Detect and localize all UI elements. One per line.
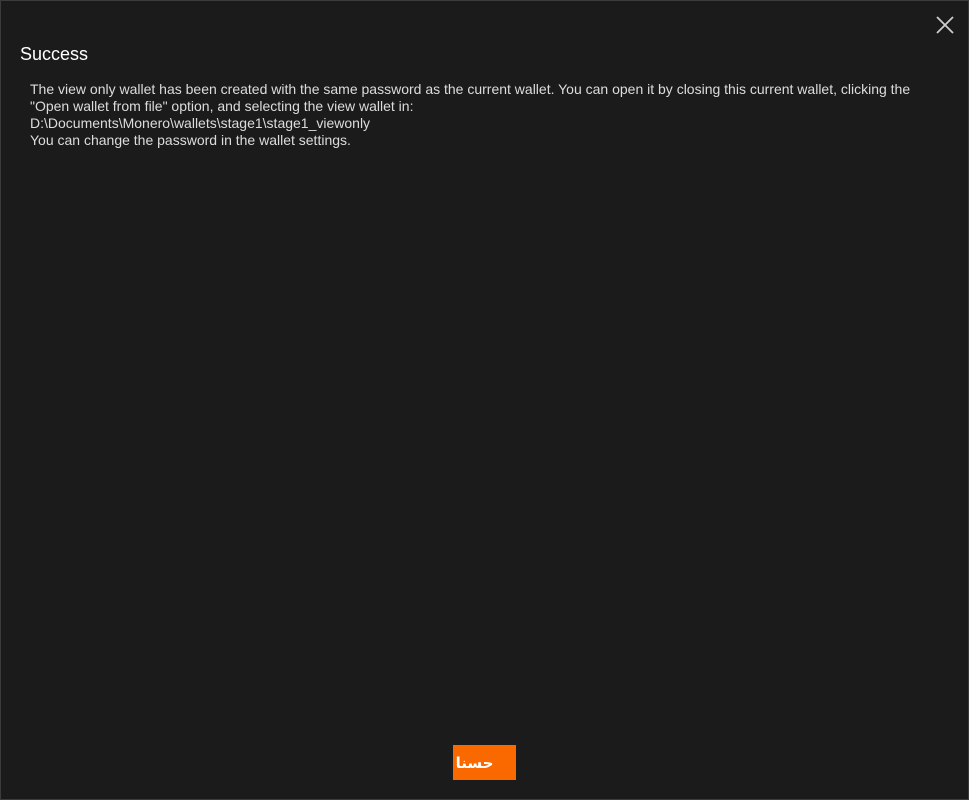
success-dialog: Success The view only wallet has been cr… xyxy=(0,0,969,800)
ok-button-label: حسنا xyxy=(455,753,494,772)
close-icon xyxy=(936,16,954,34)
password-hint: You can change the password in the walle… xyxy=(30,132,351,148)
dialog-title: Success xyxy=(20,44,89,64)
close-button[interactable] xyxy=(935,15,955,35)
ok-button[interactable]: حسنا xyxy=(453,745,516,780)
wallet-path: D:\Documents\Monero\wallets\stage1\stage… xyxy=(30,115,371,131)
message-text: The view only wallet has been created wi… xyxy=(30,81,915,114)
dialog-message: The view only wallet has been created wi… xyxy=(30,81,945,149)
